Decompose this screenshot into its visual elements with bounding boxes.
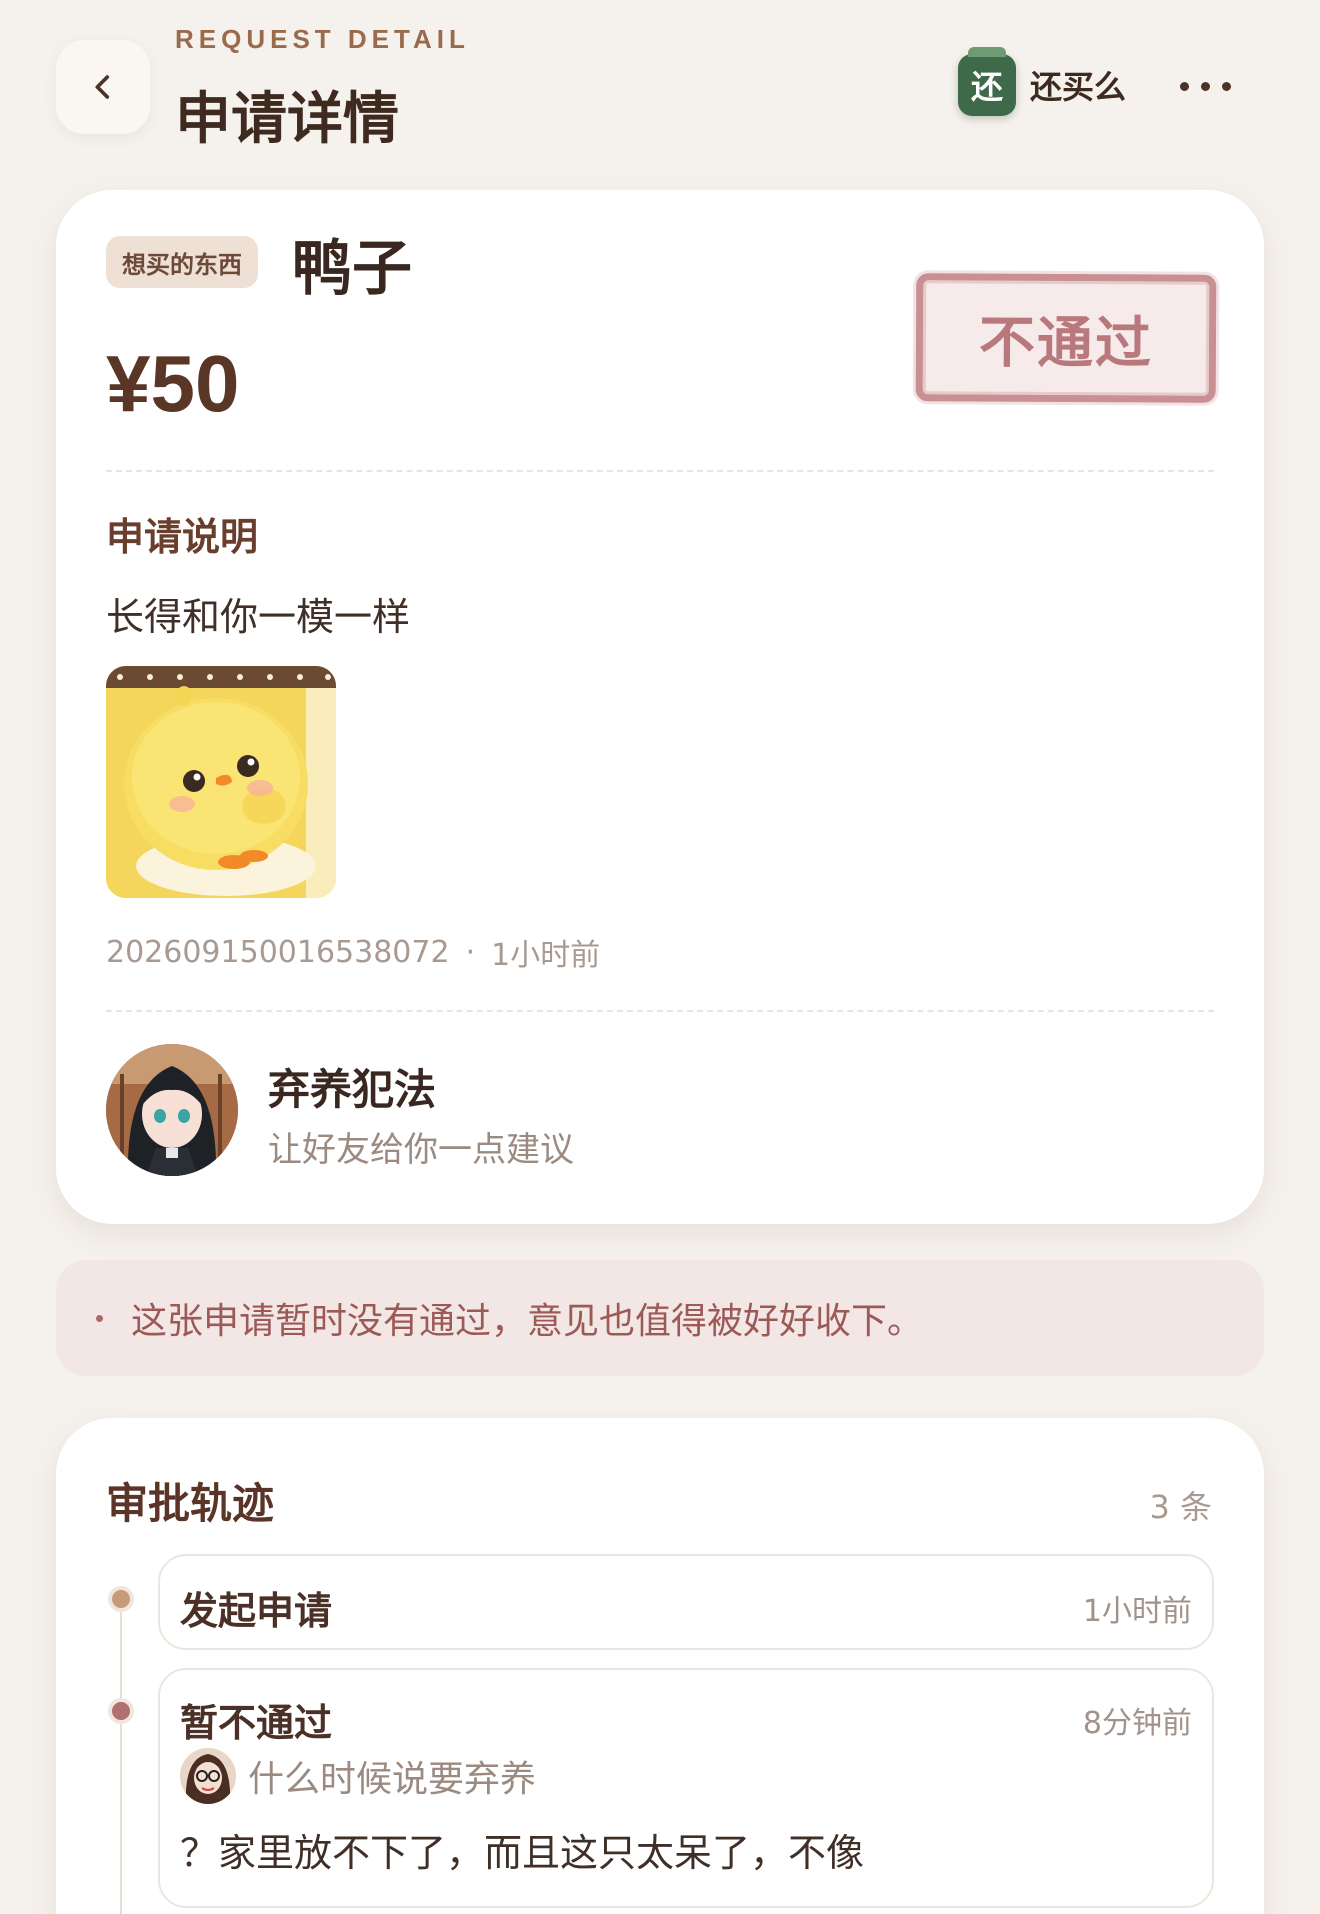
request-meta: 20260915001653807​2 · 1小时前	[106, 930, 600, 974]
notice-text: 这张申请暂时没有通过，意见也值得被好好收下。	[131, 1301, 924, 1342]
user-name: 弃养犯法	[268, 1065, 437, 1114]
description-text: 长得和你一模一样	[106, 595, 411, 639]
reviewer-row: 什么时候说要弃养	[180, 1748, 536, 1804]
reviewer-note: 什么时候说要弃养	[248, 1759, 537, 1800]
request-detail-page: REQUEST DETAIL 申请详情 还 还买么 想买的东西 鸭子 ¥50 不…	[0, 0, 1320, 1914]
timeline-item-label: 发起申请	[180, 1589, 333, 1633]
reviewer-avatar[interactable]	[180, 1748, 236, 1804]
status-stamp-label: 不通过	[978, 310, 1154, 376]
request-id: 20260915001653807​2	[106, 934, 450, 970]
status-stamp: 不通过	[915, 273, 1217, 403]
user-subtitle: 让好友给你一点建议	[268, 1130, 574, 1170]
more-options-button[interactable]	[1170, 64, 1240, 108]
divider	[106, 470, 1214, 472]
chevron-left-icon	[95, 75, 110, 99]
item-name: 鸭子	[292, 234, 412, 304]
bullet-icon	[96, 1314, 103, 1322]
more-dot-icon	[1200, 81, 1210, 91]
timeline-count: 3 条	[1149, 1488, 1212, 1526]
divider	[106, 1010, 1214, 1012]
timeline-dot-icon	[108, 1586, 134, 1612]
timeline-item-time: 1小时前	[1082, 1594, 1192, 1629]
user-avatar[interactable]	[106, 1044, 238, 1176]
timeline-item-comment: ？家里放不下了，而且这只太呆了，不像	[180, 1831, 865, 1875]
timeline-line	[120, 1598, 122, 1914]
page-eyebrow: REQUEST DETAIL	[175, 24, 470, 54]
reviewer-avatar-image	[180, 1748, 236, 1804]
meta-separator: ·	[465, 934, 476, 970]
page-title: 申请详情	[175, 87, 399, 152]
request-card: 想买的东西 鸭子 ¥50 不通过 申请说明 长得和你一模一样 202609150…	[56, 190, 1264, 1224]
approval-timeline-card: 审批轨迹 3 条 发起申请 1小时前 暂不通过 8分钟前 什么时候说要弃养 ？家…	[56, 1418, 1264, 1914]
item-price: ¥50	[106, 339, 240, 428]
duck-plush-image	[106, 666, 336, 898]
brand-name: 还买么	[1030, 68, 1127, 106]
timeline-title: 审批轨迹	[106, 1479, 275, 1528]
item-photo[interactable]	[106, 666, 336, 898]
more-dot-icon	[1179, 81, 1189, 91]
status-notice: 这张申请暂时没有通过，意见也值得被好好收下。	[56, 1260, 1264, 1376]
timeline-item-label: 暂不通过	[180, 1701, 333, 1745]
timeline-item-time: 8分钟前	[1082, 1706, 1192, 1741]
timeline-item[interactable]: 暂不通过 8分钟前 什么时候说要弃养 ？家里放不下了，而且这只太呆了，不像	[158, 1668, 1214, 1908]
request-time: 1小时前	[491, 938, 601, 973]
timeline-dot-icon	[108, 1698, 134, 1724]
back-button[interactable]	[56, 40, 150, 134]
timeline-item[interactable]: 发起申请 1小时前	[158, 1554, 1214, 1650]
brand-logo-icon: 还	[958, 47, 1016, 116]
avatar-image	[106, 1044, 238, 1176]
category-tag: 想买的东西	[106, 236, 258, 288]
brand[interactable]: 还 还买么	[958, 47, 1127, 116]
more-dot-icon	[1221, 81, 1231, 91]
description-label: 申请说明	[106, 515, 259, 559]
